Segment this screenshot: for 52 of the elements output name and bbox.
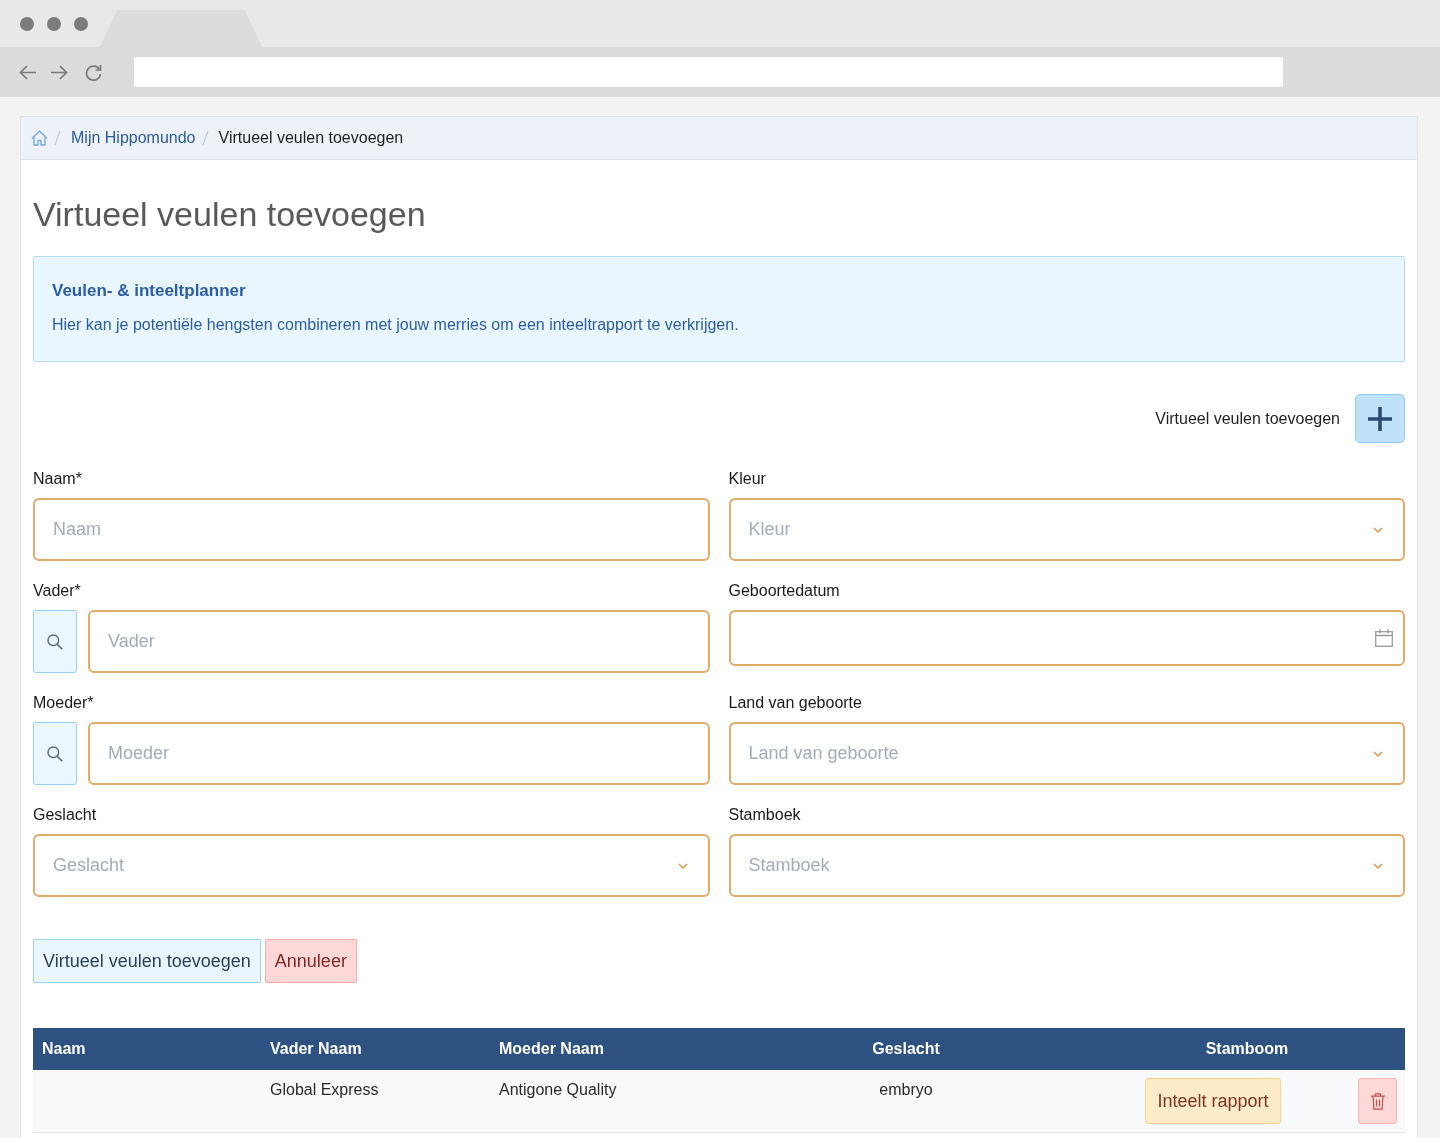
alert-title: Veulen- & inteeltplanner bbox=[52, 280, 247, 302]
chevron-down-icon bbox=[1373, 862, 1383, 869]
column-header: Vader Naam bbox=[269, 1040, 363, 1058]
search-icon bbox=[47, 745, 63, 762]
calendar-icon bbox=[1375, 629, 1393, 647]
page-title: Virtueel veulen toevoegen bbox=[33, 194, 427, 235]
column-header: Naam bbox=[41, 1040, 87, 1058]
field-label: Stamboek bbox=[728, 805, 802, 825]
home-icon[interactable] bbox=[31, 130, 48, 146]
field-label: Geboortedatum bbox=[728, 581, 841, 601]
window-control-icon[interactable] bbox=[47, 16, 61, 31]
alert-text: Hier kan je potentiële hengsten combineren met jouw merries om een inteeltrapport te verkrijgen. bbox=[52, 315, 740, 335]
field-label: Moeder* bbox=[33, 693, 95, 713]
field-label: Geslacht bbox=[33, 805, 98, 825]
chevron-down-icon bbox=[1373, 750, 1383, 757]
table-cell-text: embryo bbox=[878, 1080, 934, 1100]
table-cell-text: Antigone Quality bbox=[498, 1080, 618, 1100]
reload-icon[interactable] bbox=[85, 63, 102, 81]
slash-icon bbox=[54, 130, 61, 146]
delete-button[interactable] bbox=[1358, 1078, 1397, 1124]
address-field[interactable] bbox=[134, 57, 1283, 87]
inbreeding-report-button[interactable]: Inteelt rapport bbox=[1145, 1078, 1281, 1124]
search-button[interactable] bbox=[33, 610, 77, 673]
submit-button[interactable]: Virtueel veulen toevoegen bbox=[33, 939, 261, 983]
add-button[interactable] bbox=[1355, 394, 1405, 443]
input-field[interactable]: Moeder bbox=[88, 722, 710, 785]
date-field[interactable] bbox=[728, 610, 1405, 666]
forward-arrow-icon[interactable] bbox=[51, 64, 68, 80]
field-label: Kleur bbox=[728, 469, 767, 489]
column-header: Geslacht bbox=[871, 1040, 941, 1058]
input-field[interactable]: Vader bbox=[88, 610, 710, 673]
window-control-icon[interactable] bbox=[74, 16, 88, 31]
breadcrumb-current: Virtueel veulen toevoegen bbox=[218, 128, 404, 148]
cancel-button[interactable]: Annuleer bbox=[264, 939, 357, 983]
table-cell-text: Global Express bbox=[269, 1080, 380, 1100]
input-field[interactable]: Naam bbox=[33, 498, 710, 561]
column-header: Moeder Naam bbox=[498, 1040, 605, 1058]
back-arrow-icon[interactable] bbox=[19, 64, 36, 80]
plus-icon bbox=[1368, 406, 1392, 431]
chevron-down-icon bbox=[1373, 526, 1383, 533]
breadcrumb-link[interactable]: Mijn Hippomundo bbox=[71, 128, 196, 148]
field-label: Naam* bbox=[33, 469, 83, 489]
search-icon bbox=[47, 633, 63, 650]
field-label: Vader* bbox=[33, 581, 82, 601]
column-header: Stamboom bbox=[1204, 1040, 1290, 1058]
search-button[interactable] bbox=[33, 722, 77, 785]
window-control-icon[interactable] bbox=[20, 16, 34, 31]
chevron-down-icon bbox=[677, 862, 688, 869]
field-label: Land van geboorte bbox=[728, 693, 863, 713]
trash-icon bbox=[1370, 1092, 1385, 1110]
add-foal-label: Virtueel veulen toevoegen bbox=[1155, 409, 1340, 428]
slash-icon bbox=[201, 130, 209, 146]
